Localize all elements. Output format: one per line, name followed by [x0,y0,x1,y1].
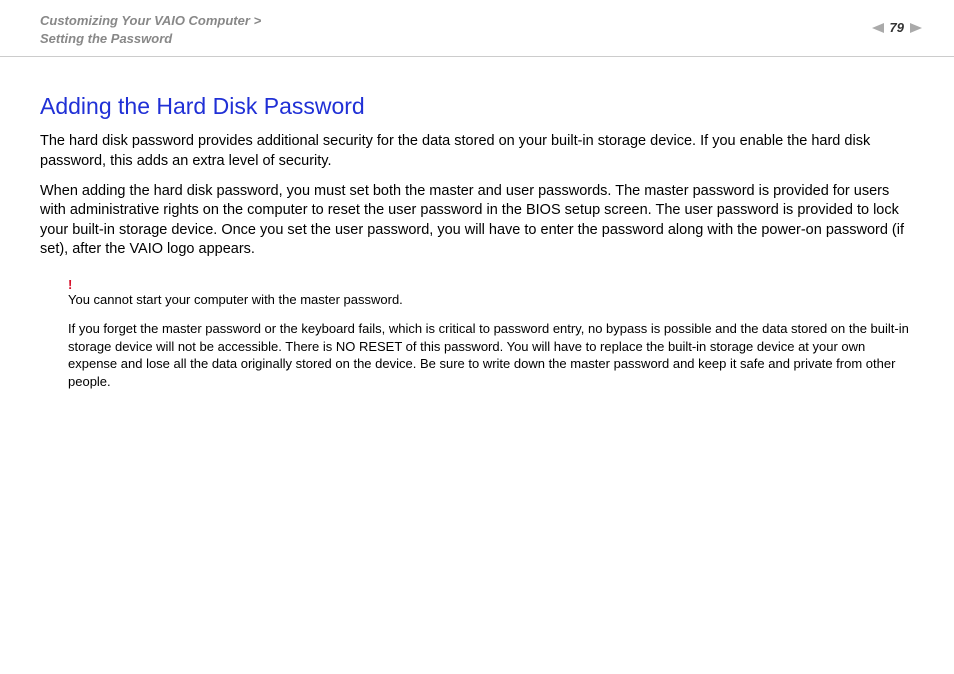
page-number: 79 [890,20,904,35]
paragraph: When adding the hard disk password, you … [40,182,914,260]
warning-block: ! You cannot start your computer with th… [68,278,914,391]
next-page-icon[interactable] [910,23,922,33]
breadcrumb-subsection: Setting the Password [40,31,172,46]
warning-icon: ! [68,278,914,291]
paragraph: The hard disk password provides addition… [40,132,914,171]
breadcrumb-separator: > [254,13,262,28]
warning-text: If you forget the master password or the… [68,320,914,390]
pager: 79 [872,12,922,35]
page-title: Adding the Hard Disk Password [40,93,914,120]
page-header: Customizing Your VAIO Computer > Setting… [0,0,954,57]
warning-text: You cannot start your computer with the … [68,291,914,309]
breadcrumb-section: Customizing Your VAIO Computer [40,13,250,28]
breadcrumb: Customizing Your VAIO Computer > Setting… [40,12,261,48]
content: Adding the Hard Disk Password The hard d… [0,57,954,390]
prev-page-icon[interactable] [872,23,884,33]
